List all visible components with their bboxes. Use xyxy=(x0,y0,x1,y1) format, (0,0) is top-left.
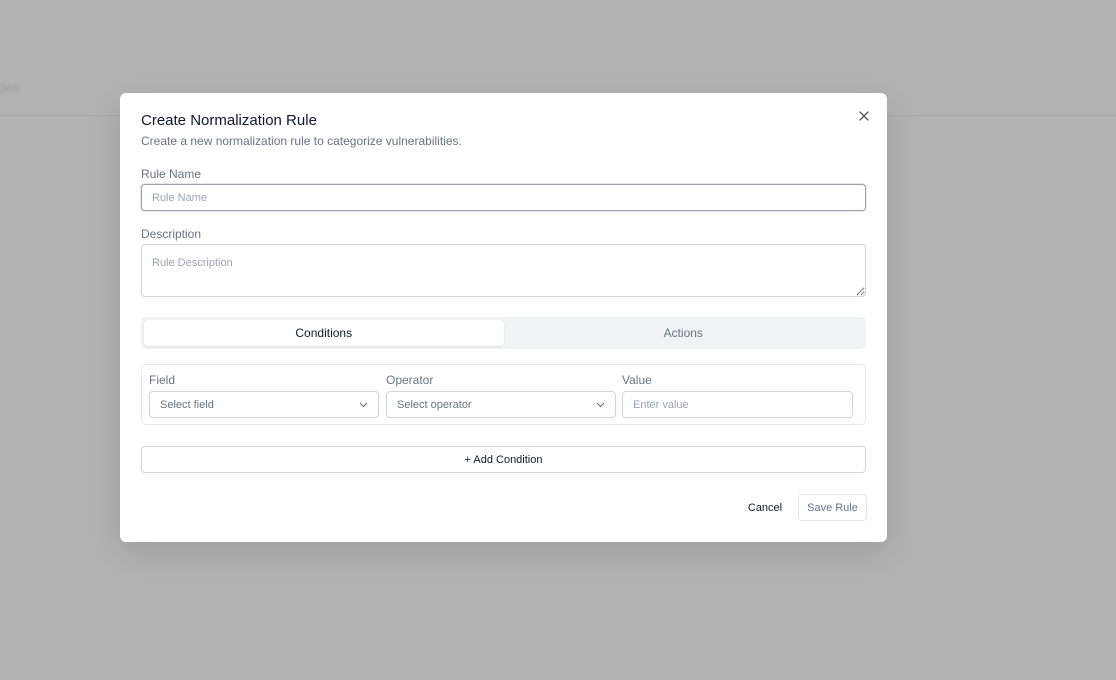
value-input[interactable] xyxy=(622,391,853,418)
background-text: cies xyxy=(0,80,20,95)
field-select[interactable]: Select field xyxy=(149,391,379,418)
value-label: Value xyxy=(622,373,652,387)
chevron-down-icon xyxy=(596,402,605,408)
value-column: Value xyxy=(622,372,853,418)
operator-select-value: Select operator xyxy=(397,398,472,411)
save-rule-button[interactable]: Save Rule xyxy=(798,494,867,521)
operator-column: Operator Select operator xyxy=(386,372,616,418)
add-condition-button[interactable]: + Add Condition xyxy=(141,446,866,473)
operator-select[interactable]: Select operator xyxy=(386,391,616,418)
field-select-value: Select field xyxy=(160,398,214,411)
tab-actions[interactable]: Actions xyxy=(504,320,864,346)
close-button[interactable] xyxy=(855,107,873,125)
chevron-down-icon xyxy=(359,402,368,408)
operator-label: Operator xyxy=(386,373,434,387)
description-textarea[interactable] xyxy=(141,244,866,297)
dialog-title: Create Normalization Rule xyxy=(141,112,317,129)
close-icon xyxy=(859,111,869,121)
create-rule-dialog: Create Normalization Rule Create a new n… xyxy=(120,93,887,542)
field-column: Field Select field xyxy=(149,372,379,418)
cancel-button[interactable]: Cancel xyxy=(740,494,790,521)
field-label: Field xyxy=(149,373,176,387)
rule-tabs: Conditions Actions xyxy=(141,317,866,349)
rule-name-label: Rule Name xyxy=(141,167,202,181)
tab-conditions[interactable]: Conditions xyxy=(144,320,504,346)
description-label: Description xyxy=(141,227,202,241)
dialog-subtitle: Create a new normalization rule to categ… xyxy=(141,134,462,148)
condition-row: Field Select field Operator Select opera… xyxy=(141,364,866,425)
rule-name-input[interactable] xyxy=(141,184,866,211)
